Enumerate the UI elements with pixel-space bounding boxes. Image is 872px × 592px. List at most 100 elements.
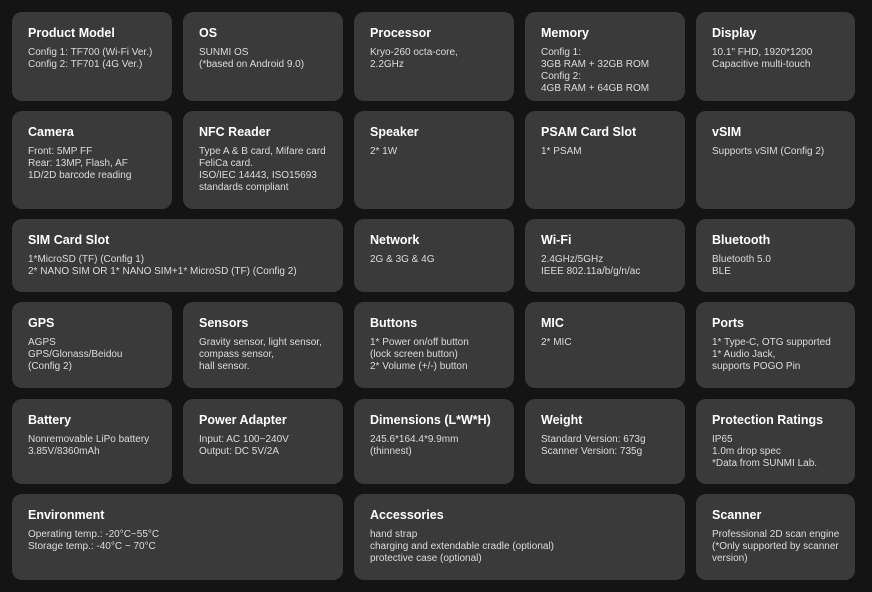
- spec-card-network: Network 2G & 3G & 4G: [354, 219, 514, 292]
- spec-card-body: Bluetooth 5.0 BLE: [712, 254, 843, 278]
- spec-line: (*Only supported by scanner: [712, 541, 839, 552]
- spec-line: 2.4GHz/5GHz: [541, 254, 604, 265]
- spec-line: version): [712, 553, 748, 564]
- spec-line: 2* MIC: [541, 337, 572, 348]
- spec-card-title: Scanner: [712, 508, 762, 522]
- spec-line: Config 1: TF700 (Wi-Fi Ver.): [28, 47, 153, 58]
- spec-card-body: IP65 1.0m drop spec *Data from SUNMI Lab.: [712, 434, 843, 470]
- spec-card-body: 245.6*164.4*9.9mm (thinnest): [370, 434, 502, 458]
- spec-card-speaker: Speaker 2* 1W: [354, 111, 514, 209]
- spec-card-camera: Camera Front: 5MP FF Rear: 13MP, Flash, AF…: [12, 111, 172, 209]
- spec-card-body: 2* MIC: [541, 337, 673, 349]
- spec-line: IP65: [712, 434, 733, 445]
- spec-line: 2* 1W: [370, 146, 398, 157]
- spec-card-body: 1* Power on/off button (lock screen butto…: [370, 337, 502, 373]
- spec-card-sim-card-slot: SIM Card Slot 1*MicroSD (TF) (Config 1) 2*…: [12, 219, 343, 292]
- spec-card-body: AGPS GPS/Glonass/Beidou (Config 2): [28, 337, 160, 373]
- spec-line: Nonremovable LiPo battery: [28, 434, 150, 445]
- spec-card-body: Front: 5MP FF Rear: 13MP, Flash, AF 1D/2D …: [28, 146, 160, 182]
- spec-line: SUNMI OS: [199, 47, 249, 58]
- spec-line: (thinnest): [370, 446, 412, 457]
- spec-line: 2.2GHz: [370, 59, 404, 70]
- spec-card-title: NFC Reader: [199, 125, 271, 139]
- spec-line: Config 2:: [541, 71, 582, 82]
- spec-card-body: Config 1: TF700 (Wi-Fi Ver.) Config 2: TF…: [28, 47, 160, 71]
- spec-line: compass sensor,: [199, 349, 275, 360]
- spec-card-battery: Battery Nonremovable LiPo battery 3.85V/83…: [12, 399, 172, 484]
- spec-card-accessories: Accessories hand strap charging and extend…: [354, 494, 685, 580]
- spec-line: GPS/Glonass/Beidou: [28, 349, 123, 360]
- spec-line: FeliCa card.: [199, 158, 253, 169]
- spec-card-dimensions-l-w-h: Dimensions (L*W*H) 245.6*164.4*9.9mm (thin…: [354, 399, 514, 484]
- spec-line: 1* Power on/off button: [370, 337, 469, 348]
- spec-line: Standard Version: 673g: [541, 434, 646, 445]
- spec-card-body: SUNMI OS (*based on Android 9.0): [199, 47, 331, 71]
- spec-card-title: GPS: [28, 316, 55, 330]
- spec-line: Config 1:: [541, 47, 582, 58]
- spec-card-body: Supports vSIM (Config 2): [712, 146, 843, 158]
- spec-card-title: PSAM Card Slot: [541, 125, 637, 139]
- spec-line: (Config 2): [28, 361, 72, 372]
- spec-card-title: OS: [199, 26, 218, 40]
- spec-line: Storage temp.: -40°C ~ 70°C: [28, 541, 156, 552]
- spec-card-environment: Environment Operating temp.: -20°C~55°C St…: [12, 494, 343, 580]
- spec-card-body: 1* PSAM: [541, 146, 673, 158]
- spec-card-body: Gravity sensor, light sensor, compass sen…: [199, 337, 331, 373]
- spec-line: 2* NANO SIM OR 1* NANO SIM+1* MicroSD (T…: [28, 266, 297, 277]
- spec-card-weight: Weight Standard Version: 673g Scanner Vers…: [525, 399, 685, 484]
- spec-card-body: 2* 1W: [370, 146, 502, 158]
- spec-line: 1.0m drop spec: [712, 446, 781, 457]
- spec-line: 4GB RAM + 64GB ROM: [541, 83, 650, 94]
- spec-card-title: Display: [712, 26, 757, 40]
- spec-card-bluetooth: Bluetooth Bluetooth 5.0 BLE: [696, 219, 855, 292]
- spec-line: protective case (optional): [370, 553, 482, 564]
- spec-card-title: SIM Card Slot: [28, 233, 110, 247]
- spec-line: BLE: [712, 266, 731, 277]
- spec-card-body: Kryo-260 octa-core, 2.2GHz: [370, 47, 502, 71]
- spec-line: 3GB RAM + 32GB ROM: [541, 59, 650, 70]
- spec-card-body: hand strap charging and extendable cradle…: [370, 529, 673, 565]
- spec-card-title: Network: [370, 233, 420, 247]
- spec-card-gps: GPS AGPS GPS/Glonass/Beidou (Config 2): [12, 302, 172, 388]
- spec-line: Supports vSIM (Config 2): [712, 146, 825, 157]
- spec-line: 1* PSAM: [541, 146, 582, 157]
- spec-card-power-adapter: Power Adapter Input: AC 100~240V Output: D…: [183, 399, 343, 484]
- spec-card-title: Speaker: [370, 125, 419, 139]
- spec-card-wi-fi: Wi-Fi 2.4GHz/5GHz IEEE 802.11a/b/g/n/ac: [525, 219, 685, 292]
- spec-card-psam-card-slot: PSAM Card Slot 1* PSAM: [525, 111, 685, 209]
- spec-card-product-model: Product Model Config 1: TF700 (Wi-Fi Ver.…: [12, 12, 172, 101]
- spec-card-scanner: Scanner Professional 2D scan engine (*Only…: [696, 494, 855, 580]
- spec-card-nfc-reader: NFC Reader Type A & B card, Mifare card Fe…: [183, 111, 343, 209]
- spec-card-body: 1* Type-C, OTG supported 1* Audio Jack, su…: [712, 337, 843, 373]
- spec-card-body: 2G & 3G & 4G: [370, 254, 502, 266]
- spec-line: 2G & 3G & 4G: [370, 254, 435, 265]
- spec-line: Config 2: TF701 (4G Ver.): [28, 59, 143, 70]
- spec-card-body: Standard Version: 673g Scanner Version: 7…: [541, 434, 673, 458]
- spec-card-body: 10.1" FHD, 1920*1200 Capacitive multi-tou…: [712, 47, 843, 71]
- spec-card-title: Buttons: [370, 316, 418, 330]
- spec-line: (lock screen button): [370, 349, 458, 360]
- spec-line: 1* Audio Jack,: [712, 349, 776, 360]
- spec-line: AGPS: [28, 337, 56, 348]
- spec-line: (*based on Android 9.0): [199, 59, 305, 70]
- spec-card-body: Input: AC 100~240V Output: DC 5V/2A: [199, 434, 331, 458]
- spec-line: 1D/2D barcode reading: [28, 170, 132, 181]
- spec-card-title: Memory: [541, 26, 589, 40]
- spec-card-vsim: vSIM Supports vSIM (Config 2): [696, 111, 855, 209]
- spec-card-title: Battery: [28, 413, 72, 427]
- spec-card-title: Accessories: [370, 508, 444, 522]
- spec-line: ISO/IEC 14443, ISO15693: [199, 170, 317, 181]
- spec-line: IEEE 802.11a/b/g/n/ac: [541, 266, 641, 277]
- spec-line: hand strap: [370, 529, 418, 540]
- spec-line: *Data from SUNMI Lab.: [712, 458, 818, 469]
- spec-card-ports: Ports 1* Type-C, OTG supported 1* Audio Ja…: [696, 302, 855, 388]
- spec-card-title: Power Adapter: [199, 413, 287, 427]
- spec-line: 2* Volume (+/-) button: [370, 361, 468, 372]
- spec-card-title: vSIM: [712, 125, 742, 139]
- spec-card-buttons: Buttons 1* Power on/off button (lock scree…: [354, 302, 514, 388]
- spec-line: Capacitive multi-touch: [712, 59, 811, 70]
- spec-line: supports POGO Pin: [712, 361, 801, 372]
- spec-line: Bluetooth 5.0: [712, 254, 771, 265]
- spec-line: Front: 5MP FF: [28, 146, 93, 157]
- spec-line: 1* Type-C, OTG supported: [712, 337, 831, 348]
